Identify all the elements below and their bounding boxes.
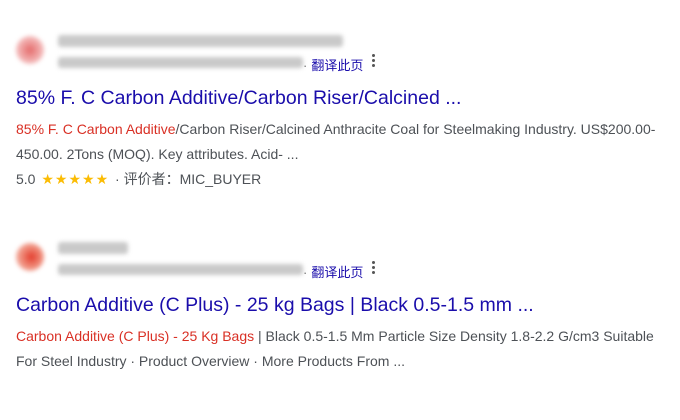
rating-stars: ★★★★★ (41, 171, 110, 187)
rating-value: 5.0 (16, 171, 36, 187)
result-snippet: Carbon Additive (C Plus) - 25 Kg Bags | … (16, 324, 666, 374)
result-snippet: 85% F. C Carbon Additive/Carbon Riser/Ca… (16, 117, 666, 167)
redacted-site-url (58, 264, 303, 275)
redacted-site-name (58, 35, 343, 47)
result-source-row[interactable]: 翻译此页 (16, 237, 666, 281)
more-options-icon[interactable] (368, 52, 378, 68)
translate-page-link[interactable]: 翻译此页 (303, 55, 363, 74)
result-title-link[interactable]: Carbon Additive (C Plus) - 25 kg Bags | … (16, 293, 666, 317)
rating-reviewer: · 评价者：MIC_BUYER (111, 171, 262, 187)
more-options-icon[interactable] (368, 259, 378, 275)
translate-page-link[interactable]: 翻译此页 (303, 262, 363, 281)
redacted-site-url (58, 57, 303, 68)
result-title-link[interactable]: 85% F. C Carbon Additive/Carbon Riser/Ca… (16, 86, 666, 110)
search-result-2: 翻译此页 Carbon Additive (C Plus) - 25 kg Ba… (16, 237, 666, 374)
site-favicon (16, 243, 44, 271)
search-result-1: 翻译此页 85% F. C Carbon Additive/Carbon Ris… (16, 30, 666, 190)
snippet-highlight: 85% F. C Carbon Additive (16, 121, 176, 137)
result-rating: 5.0 ★★★★★ · 评价者：MIC_BUYER (16, 168, 666, 190)
result-source-row[interactable]: 翻译此页 (16, 30, 666, 74)
site-favicon (16, 36, 44, 64)
redacted-site-name (58, 242, 128, 254)
snippet-highlight: Carbon Additive (C Plus) - 25 Kg Bags (16, 328, 255, 344)
